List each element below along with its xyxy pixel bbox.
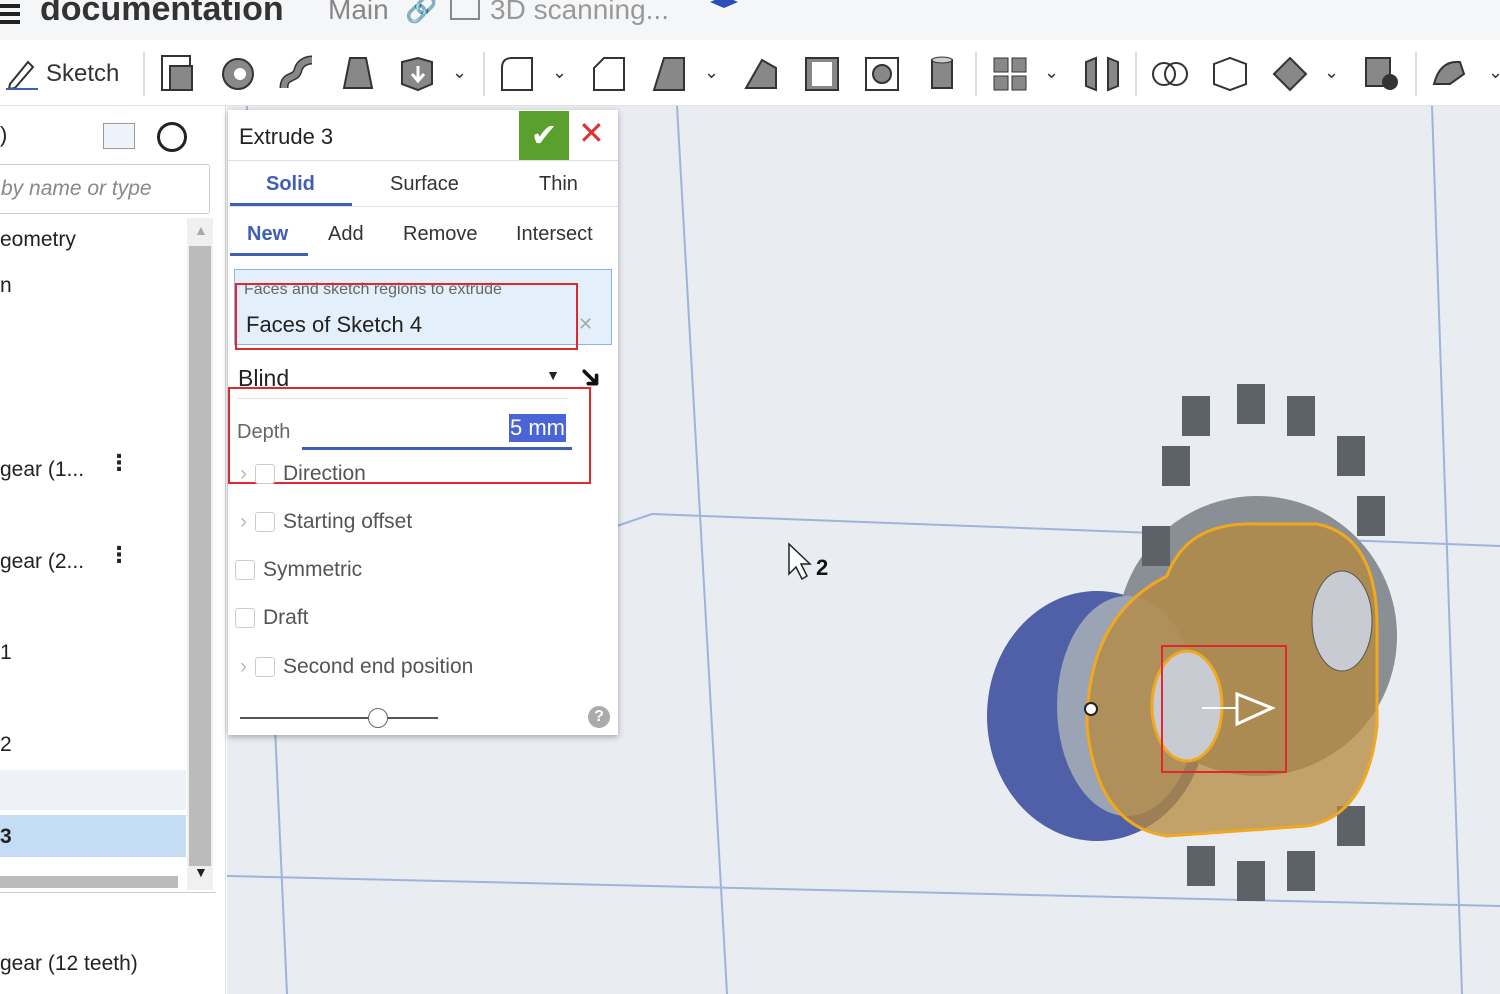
list-item[interactable]: 1: [0, 641, 12, 665]
list-item[interactable]: eometry: [0, 228, 76, 252]
extrude-dialog: Extrude 3 ✔ ✕ Solid Surface Thin New Add…: [228, 110, 618, 735]
revolve-icon[interactable]: [218, 54, 258, 94]
check-icon: ✔: [530, 117, 558, 153]
thicken-icon[interactable]: [398, 54, 438, 94]
more-options-icon[interactable]: ⋮: [108, 450, 130, 476]
chevron-down-icon[interactable]: ⌄: [552, 62, 567, 83]
toolbar: Sketch ⌄ ⌄ ⌄ ⌄ ⌄ ⌄: [0, 40, 1500, 106]
chevron-down-icon[interactable]: ⌄: [1044, 62, 1059, 83]
second-end-checkbox[interactable]: [255, 657, 275, 677]
tab-solid[interactable]: Solid: [266, 173, 315, 196]
add-folder-icon[interactable]: [103, 123, 135, 149]
chevron-down-icon[interactable]: ⌄: [1324, 62, 1339, 83]
chevron-down-icon[interactable]: ⌄: [704, 62, 719, 83]
menu-icon[interactable]: [0, 4, 20, 24]
branch-label[interactable]: Main: [328, 0, 389, 26]
rollback-timer-icon[interactable]: [157, 122, 187, 152]
transparency-slider[interactable]: [240, 708, 438, 728]
option-label: Draft: [263, 606, 309, 629]
sketch-button[interactable]: Sketch: [6, 58, 119, 90]
tab-intersect[interactable]: Intersect: [516, 223, 593, 246]
tab-surface[interactable]: Surface: [390, 173, 459, 196]
list-item[interactable]: gear (1...: [0, 458, 84, 482]
tab-icon: [450, 0, 480, 20]
delete-part-icon[interactable]: [1362, 54, 1402, 94]
shell-icon[interactable]: [802, 54, 842, 94]
option-direction[interactable]: › Direction: [240, 462, 366, 486]
horizontal-scrollbar[interactable]: [0, 876, 178, 888]
scroll-down-icon[interactable]: ▼: [194, 864, 208, 880]
direction-checkbox[interactable]: [255, 464, 275, 484]
tab-add[interactable]: Add: [328, 223, 364, 246]
option-starting-offset[interactable]: › Starting offset: [240, 510, 412, 534]
option-symmetric[interactable]: Symmetric: [235, 558, 362, 582]
list-scrollbar[interactable]: [187, 218, 213, 890]
pencil-icon: [6, 60, 38, 90]
sketch-label: Sketch: [46, 60, 120, 87]
hover-row: [0, 770, 186, 810]
list-item[interactable]: gear (2...: [0, 550, 84, 574]
confirm-button[interactable]: ✔: [519, 111, 569, 160]
boolean-icon[interactable]: [1150, 54, 1190, 94]
link-icon[interactable]: 🔗: [405, 0, 437, 25]
close-icon: ✕: [578, 115, 605, 151]
feature-list-panel: ) by name or type eometry n gear (1... ⋮…: [0, 106, 226, 994]
symmetric-checkbox[interactable]: [235, 560, 255, 580]
sweep-icon[interactable]: [278, 54, 318, 94]
feature-search-input[interactable]: by name or type: [0, 164, 210, 214]
more-options-icon[interactable]: ⋮: [108, 542, 130, 568]
pattern-icon[interactable]: [990, 54, 1030, 94]
loft-icon[interactable]: [338, 54, 378, 94]
hole-icon[interactable]: [862, 54, 902, 94]
learning-icon[interactable]: [710, 0, 738, 8]
part-list-item[interactable]: gear (12 teeth): [0, 952, 138, 976]
mirror-icon[interactable]: [1082, 54, 1122, 94]
tab-new[interactable]: New: [247, 223, 288, 246]
draft-icon[interactable]: [650, 54, 690, 94]
chevron-down-icon[interactable]: ⌄: [452, 62, 467, 83]
option-second-end-position[interactable]: › Second end position: [240, 655, 473, 679]
slider-handle[interactable]: [368, 708, 388, 728]
scroll-up-icon[interactable]: ▲: [194, 222, 208, 238]
list-item[interactable]: n: [0, 274, 12, 298]
dialog-title: Extrude 3: [239, 124, 334, 149]
tab-remove[interactable]: Remove: [403, 223, 477, 246]
tab-label[interactable]: 3D scanning...: [490, 0, 669, 26]
chevron-right-icon: ›: [240, 655, 247, 678]
feature-list-header: ): [0, 122, 8, 147]
option-label: Symmetric: [263, 558, 363, 581]
option-label: Starting offset: [283, 510, 413, 533]
document-header: documentation Main 🔗 3D scanning...: [0, 0, 1500, 40]
extrude-icon[interactable]: [158, 54, 198, 94]
cancel-button[interactable]: ✕: [578, 114, 605, 152]
modify-fillet-icon[interactable]: [1430, 54, 1470, 94]
annotation-box: [235, 283, 578, 350]
selected-row: [0, 815, 186, 857]
cursor-badge: 2: [816, 555, 829, 580]
transform-icon[interactable]: [1270, 54, 1310, 94]
chevron-right-icon: ›: [240, 462, 247, 485]
cylinder-icon[interactable]: [922, 54, 962, 94]
gear-model[interactable]: [987, 384, 1397, 901]
chevron-right-icon: ›: [240, 510, 247, 533]
fillet-icon[interactable]: [498, 54, 538, 94]
document-title[interactable]: documentation: [40, 0, 284, 29]
option-draft[interactable]: Draft: [235, 606, 309, 630]
list-item-selected[interactable]: 3: [0, 825, 12, 849]
chamfer-icon[interactable]: [590, 54, 630, 94]
option-label: Second end position: [283, 655, 474, 678]
help-icon[interactable]: ?: [588, 706, 610, 728]
tab-thin[interactable]: Thin: [539, 173, 578, 196]
caret-down-icon: ▼: [546, 367, 560, 383]
mouse-cursor-icon: [788, 542, 812, 581]
option-label: Direction: [283, 462, 366, 485]
draft-checkbox[interactable]: [235, 608, 255, 628]
clear-selection-icon[interactable]: ✕: [578, 314, 593, 335]
starting-offset-checkbox[interactable]: [255, 512, 275, 532]
rib-icon[interactable]: [742, 54, 782, 94]
list-item[interactable]: 2: [0, 733, 12, 757]
chevron-down-icon[interactable]: ⌄: [1488, 62, 1500, 83]
split-icon[interactable]: [1210, 54, 1250, 94]
